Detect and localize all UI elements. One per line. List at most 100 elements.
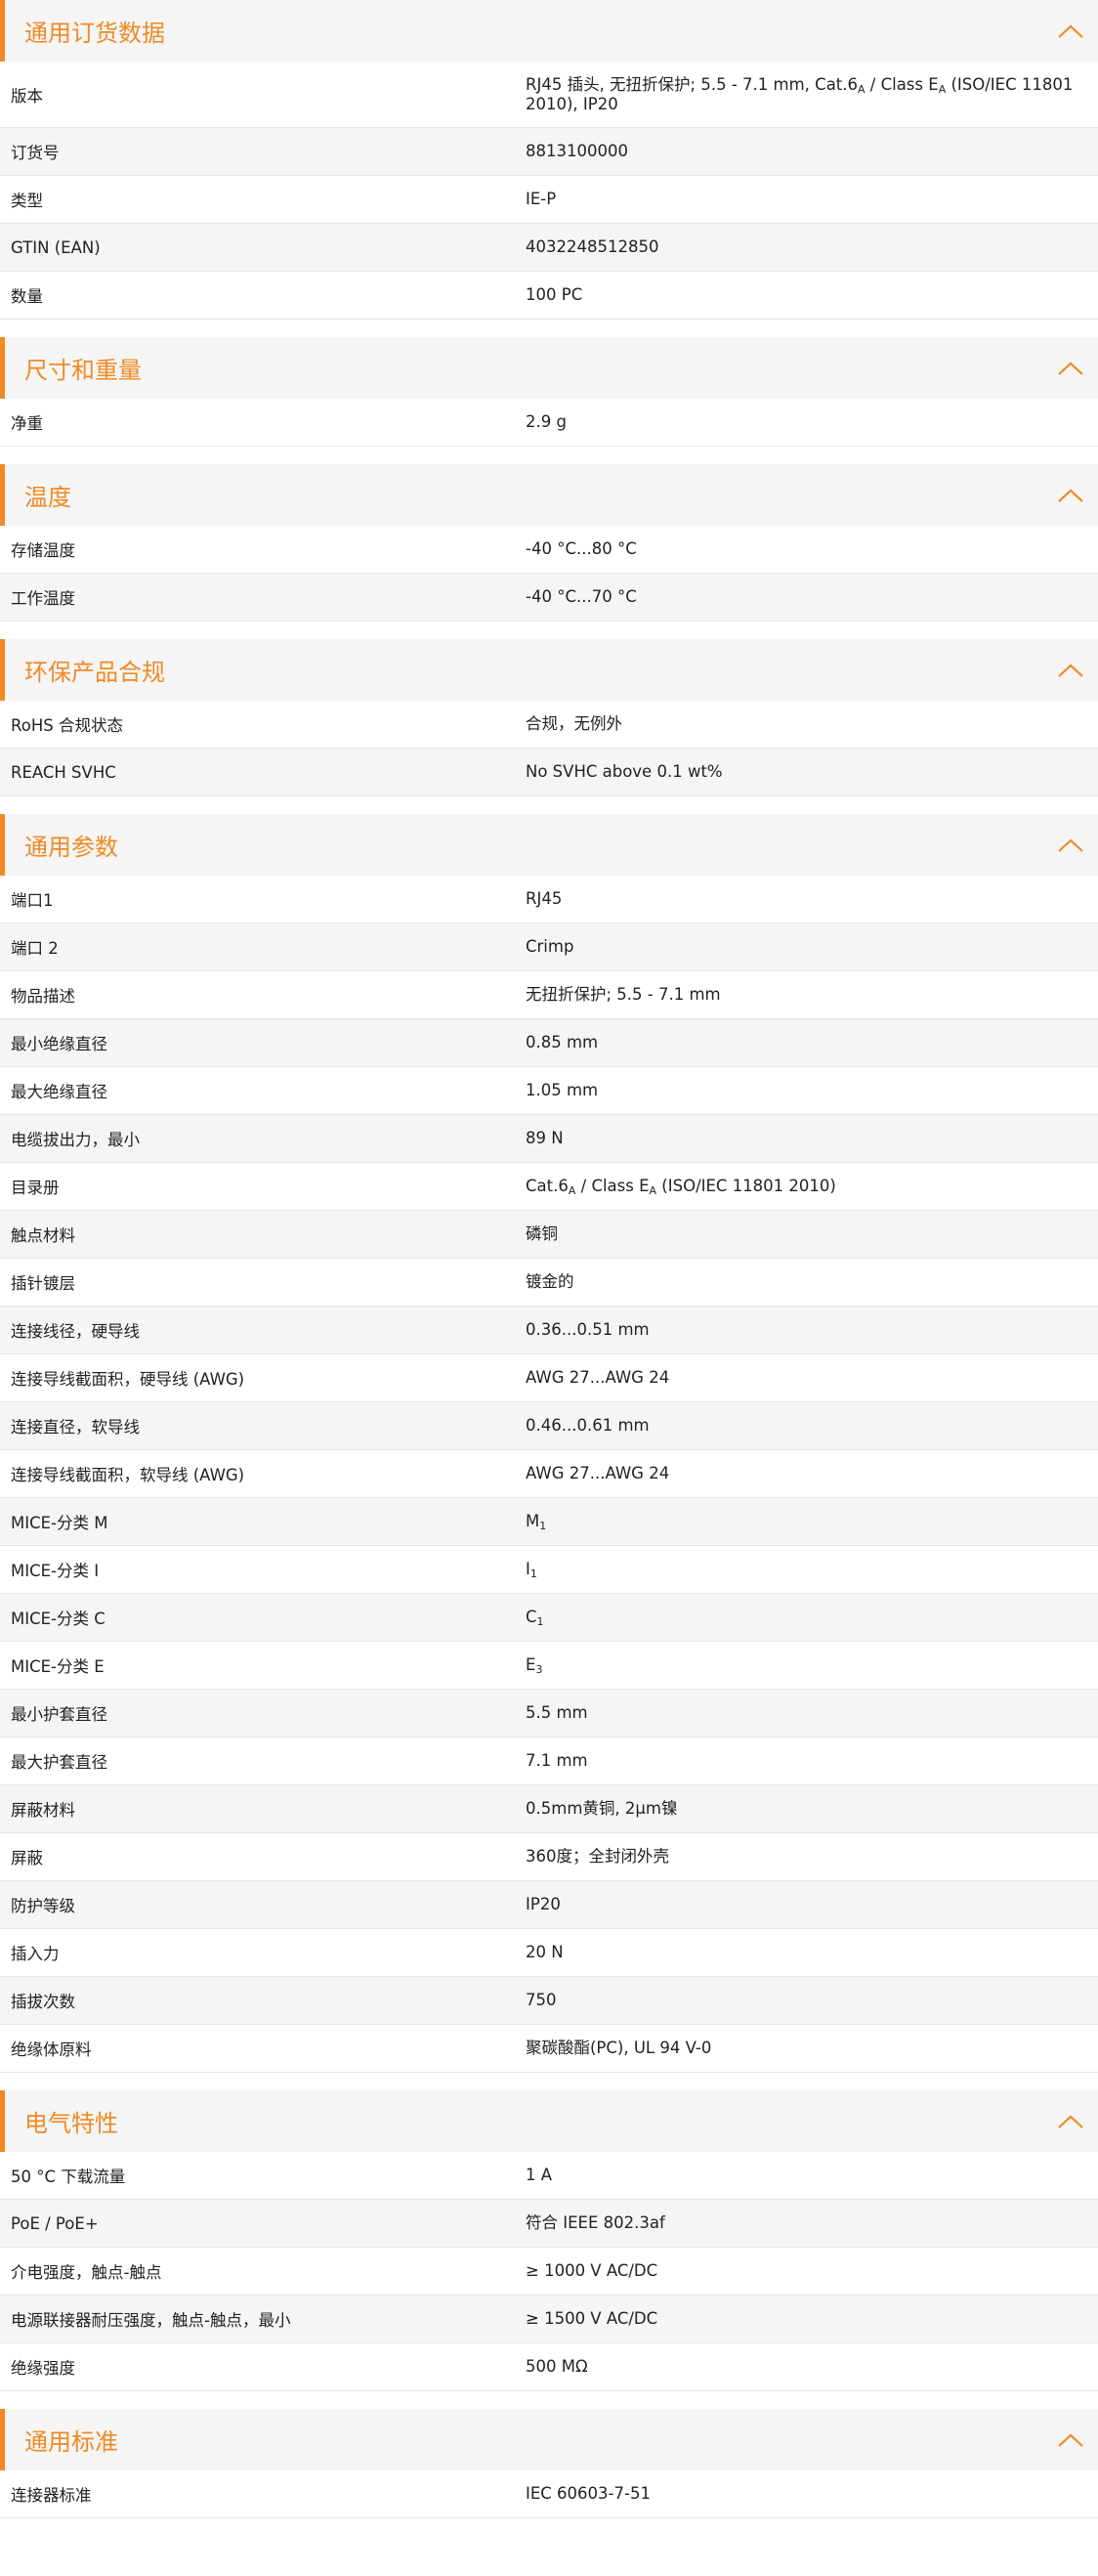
spec-value: 0.36...0.51 mm xyxy=(526,1320,650,1339)
spec-label: GTIN (EAN) xyxy=(11,237,101,257)
spec-row: 存储温度 -40 °C...80 °C xyxy=(0,526,1098,574)
spec-value: 360度；全封闭外壳 xyxy=(526,1847,669,1866)
spec-value: M1 xyxy=(526,1512,547,1532)
spec-row: 连接直径，软导线 0.46...0.61 mm xyxy=(0,1402,1098,1450)
spec-label: 屏蔽材料 xyxy=(11,1801,75,1820)
spec-label: 绝缘强度 xyxy=(11,2359,75,2378)
spec-row: 目录册 Cat.6A / Class EA (ISO/IEC 11801 2010… xyxy=(0,1163,1098,1211)
spec-value: RJ45 xyxy=(526,889,563,908)
spec-value: IP20 xyxy=(526,1895,561,1913)
spec-row: 净重 2.9 g xyxy=(0,399,1098,447)
spec-label: MICE-分类 E xyxy=(11,1657,105,1676)
spec-label: 电缆拔出力，最小 xyxy=(11,1131,140,1149)
spec-section: 通用标准 连接器标准 IEC 60603-7-51 xyxy=(0,2409,1098,2518)
spec-row: 插针镀层 镀金的 xyxy=(0,1259,1098,1307)
spec-row: GTIN (EAN) 4032248512850 xyxy=(0,224,1098,272)
spec-label: PoE / PoE+ xyxy=(11,2213,99,2233)
spec-row: MICE-分类 M M1 xyxy=(0,1498,1098,1546)
spec-row: 订货号 8813100000 xyxy=(0,128,1098,176)
spec-value: 1.05 mm xyxy=(526,1081,599,1099)
spec-value: 0.85 mm xyxy=(526,1033,599,1052)
spec-row: 屏蔽 360度；全封闭外壳 xyxy=(0,1833,1098,1881)
chevron-up-icon[interactable] xyxy=(1057,361,1084,376)
spec-section: 通用订货数据 版本 RJ45 插头, 无扭折保护; 5.5 - 7.1 mm, Ca… xyxy=(0,0,1098,320)
spec-section: 环保产品合规 RoHS 合规状态 合规，无例外 REACH SVHC No SVHC a… xyxy=(0,639,1098,796)
spec-value: I1 xyxy=(526,1560,537,1580)
spec-row: 电缆拔出力，最小 89 N xyxy=(0,1115,1098,1163)
spec-table: 50 °C 下载流量 1 A PoE / PoE+ 符合 IEEE 802.3af 介电… xyxy=(0,2152,1098,2391)
spec-label: 存储温度 xyxy=(11,541,75,560)
spec-label: 介电强度，触点-触点 xyxy=(11,2263,162,2282)
chevron-up-icon[interactable] xyxy=(1057,2114,1084,2129)
spec-value: AWG 27...AWG 24 xyxy=(526,1464,670,1482)
section-title: 环保产品合规 xyxy=(24,659,165,686)
spec-section: 温度 存储温度 -40 °C...80 °C 工作温度 -40 °C...70 °C xyxy=(0,464,1098,622)
spec-label: 插拔次数 xyxy=(11,1993,75,2011)
spec-table: 净重 2.9 g xyxy=(0,399,1098,447)
spec-value: 100 PC xyxy=(526,285,583,304)
section-title: 通用标准 xyxy=(24,2428,118,2456)
section-header[interactable]: 环保产品合规 xyxy=(0,639,1098,701)
spec-value: Cat.6A / Class EA (ISO/IEC 11801 2010) xyxy=(526,1177,836,1197)
spec-section: 尺寸和重量净重 2.9 g xyxy=(0,337,1098,447)
spec-label: 端口 2 xyxy=(11,939,59,958)
spec-section: 电气特性 50 °C 下载流量 1 A PoE / PoE+ 符合 IEEE 802.3… xyxy=(0,2090,1098,2391)
spec-label: 最小绝缘直径 xyxy=(11,1035,107,1053)
spec-value: IE-P xyxy=(526,190,557,208)
section-header[interactable]: 通用订货数据 xyxy=(0,0,1098,62)
spec-row: 连接导线截面积，硬导线 (AWG) AWG 27...AWG 24 xyxy=(0,1354,1098,1402)
spec-label: 净重 xyxy=(11,414,43,433)
section-header[interactable]: 电气特性 xyxy=(0,2090,1098,2152)
spec-row: 绝缘体原料 聚碳酸酯(PC), UL 94 V-0 xyxy=(0,2025,1098,2073)
spec-label: MICE-分类 I xyxy=(11,1562,100,1580)
chevron-up-icon[interactable] xyxy=(1057,488,1084,503)
section-header[interactable]: 通用参数 xyxy=(0,814,1098,876)
section-header[interactable]: 温度 xyxy=(0,464,1098,526)
spec-row: 连接导线截面积，软导线 (AWG) AWG 27...AWG 24 xyxy=(0,1450,1098,1498)
spec-value: 0.5mm黄铜, 2μm镍 xyxy=(526,1799,678,1818)
spec-label: 电源联接器耐压强度，触点-触点，最小 xyxy=(11,2311,291,2330)
spec-label: 绝缘体原料 xyxy=(11,2040,92,2059)
section-title: 尺寸和重量 xyxy=(24,357,142,384)
spec-label: 触点材料 xyxy=(11,1226,75,1245)
spec-row: 数量 100 PC xyxy=(0,272,1098,320)
spec-row: 最大绝缘直径 1.05 mm xyxy=(0,1067,1098,1115)
spec-value: E3 xyxy=(526,1655,543,1676)
chevron-up-icon[interactable] xyxy=(1057,663,1084,678)
spec-row: 端口 2 Crimp xyxy=(0,923,1098,971)
spec-label: 版本 xyxy=(11,86,43,106)
spec-row: 介电强度，触点-触点 ≥ 1000 V AC/DC xyxy=(0,2248,1098,2296)
spec-label: 插针镀层 xyxy=(11,1274,75,1293)
section-title: 温度 xyxy=(24,484,71,511)
spec-value: -40 °C...70 °C xyxy=(526,587,637,606)
spec-label: 连接线径，硬导线 xyxy=(11,1322,140,1341)
spec-row: 防护等级 IP20 xyxy=(0,1881,1098,1929)
section-header[interactable]: 尺寸和重量 xyxy=(0,337,1098,399)
spec-label: 连接器标准 xyxy=(11,2486,92,2505)
chevron-up-icon[interactable] xyxy=(1057,2432,1084,2448)
spec-row: 最大护套直径 7.1 mm xyxy=(0,1738,1098,1785)
spec-value: 符合 IEEE 802.3af xyxy=(526,2213,665,2232)
spec-row: 物品描述 无扭折保护; 5.5 - 7.1 mm xyxy=(0,971,1098,1019)
spec-row: 类型 IE-P xyxy=(0,176,1098,224)
spec-label: MICE-分类 M xyxy=(11,1514,108,1532)
spec-row: RoHS 合规状态 合规，无例外 xyxy=(0,701,1098,749)
spec-row: 连接线径，硬导线 0.36...0.51 mm xyxy=(0,1307,1098,1354)
spec-row: 最小护套直径 5.5 mm xyxy=(0,1690,1098,1738)
spec-value: 磷铜 xyxy=(526,1224,558,1243)
spec-label: 50 °C 下载流量 xyxy=(11,2168,126,2186)
spec-row: 触点材料 磷铜 xyxy=(0,1211,1098,1259)
chevron-up-icon[interactable] xyxy=(1057,23,1084,39)
spec-value: C1 xyxy=(526,1608,544,1628)
spec-label: 物品描述 xyxy=(11,987,75,1006)
chevron-up-icon[interactable] xyxy=(1057,837,1084,853)
section-title: 通用订货数据 xyxy=(24,20,165,47)
section-header[interactable]: 通用标准 xyxy=(0,2409,1098,2470)
spec-value: ≥ 1500 V AC/DC xyxy=(526,2309,658,2328)
